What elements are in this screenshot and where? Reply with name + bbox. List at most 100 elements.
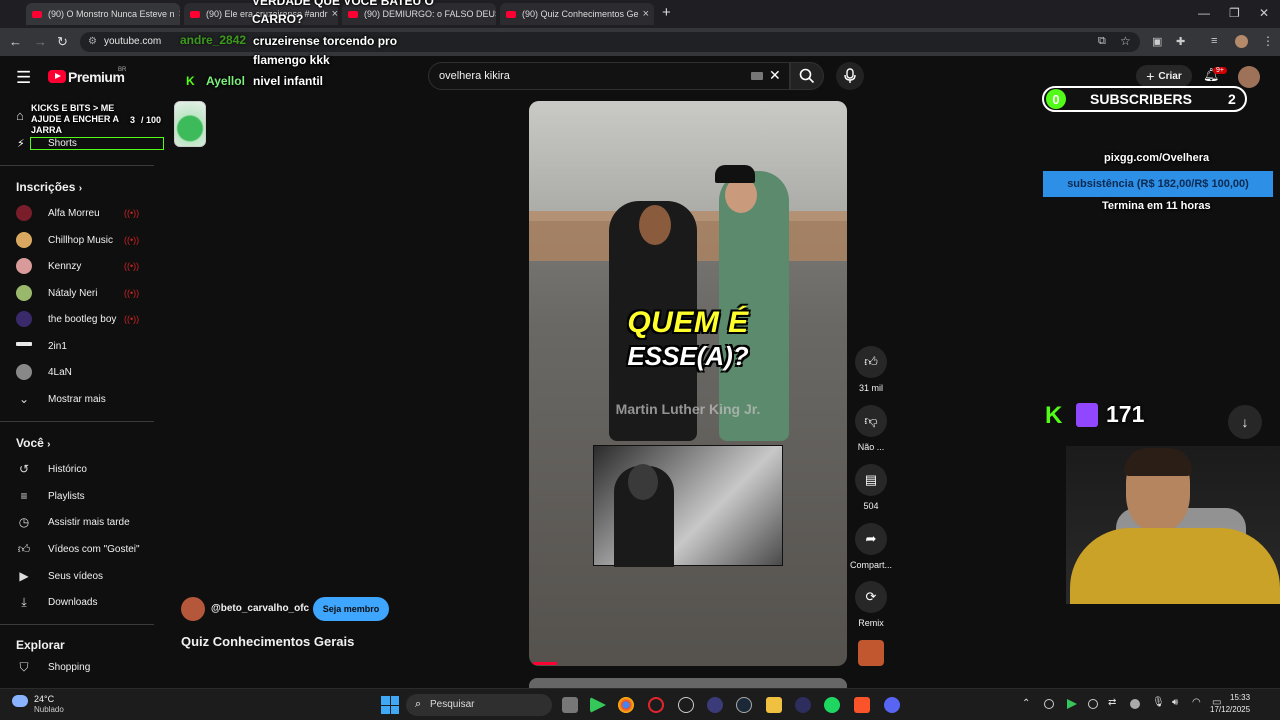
bookmark-star-icon[interactable]: ☆ (1120, 34, 1131, 48)
file-explorer-icon[interactable] (766, 697, 782, 713)
tray-mic-icon[interactable]: 🎙︎ (1152, 697, 1165, 708)
dislike-button[interactable]: 👎︎ (855, 405, 887, 437)
minimize-icon[interactable]: — (1198, 6, 1210, 20)
close-tab-icon[interactable]: × (639, 8, 649, 20)
back-icon[interactable]: ← (9, 34, 22, 49)
thumbs-up-icon: 👍︎ (864, 354, 878, 369)
new-tab-button[interactable]: + (662, 4, 671, 21)
like-button[interactable]: 👍︎ (855, 346, 887, 378)
sidebar-item-sub[interactable]: 2in1 (0, 333, 154, 359)
puzzle-icon[interactable]: ✚ (1176, 35, 1185, 48)
sidebar-item-sub[interactable]: the bootleg boy ((•)) (0, 306, 154, 332)
sidebar-label: Downloads (48, 596, 98, 608)
start-button[interactable] (381, 696, 399, 714)
sidebar-item-shorts[interactable]: Shorts (48, 138, 77, 149)
menu-kebab-icon[interactable]: ⋮ (1262, 34, 1274, 48)
clear-search-icon[interactable]: ✕ (769, 67, 781, 84)
app-icon[interactable] (795, 697, 811, 713)
sidebar-item-history[interactable]: ↺ Histórico (0, 456, 154, 482)
sound-thumbnail[interactable] (858, 640, 884, 666)
you-heading[interactable]: Você › (16, 436, 50, 450)
tray-overflow-icon[interactable]: ⌃ (1022, 698, 1030, 709)
maximize-icon[interactable]: ❐ (1229, 6, 1240, 20)
steam-icon[interactable] (736, 697, 752, 713)
tray-play-icon[interactable] (1067, 699, 1077, 709)
remix-button[interactable]: ⟳ (855, 581, 887, 613)
video-icon: ▶ (19, 569, 29, 583)
sidebar-item-watch-later[interactable]: ◷ Assistir mais tarde (0, 509, 154, 535)
keyboard-icon[interactable] (751, 72, 763, 80)
chrome-icon[interactable] (618, 697, 634, 713)
app-icon[interactable] (707, 697, 723, 713)
chat-message: flamengo kkk (253, 53, 330, 67)
media-control-icon[interactable]: ≡ (1211, 35, 1217, 47)
short-video-player[interactable]: QUEM É ESSE(A)? Martin Luther King Jr. (529, 101, 847, 666)
tray-bluetooth-icon[interactable] (1130, 699, 1140, 709)
tray-app-icon[interactable] (1088, 699, 1098, 709)
shorts-icon[interactable]: ⚡︎ (17, 137, 25, 150)
github-icon[interactable] (678, 697, 694, 713)
tray-sync-icon[interactable] (1044, 699, 1054, 709)
sidebar-item-your-videos[interactable]: ▶ Seus vídeos (0, 563, 154, 589)
profile-avatar[interactable] (1235, 35, 1248, 48)
share-button[interactable]: ➦ (855, 523, 887, 555)
sidebar-item-sub[interactable]: Nátaly Neri ((•)) (0, 280, 154, 306)
tray-volume-icon[interactable]: 🔊︎ (1172, 697, 1178, 708)
tray-network-icon[interactable]: ⇄ (1108, 697, 1116, 708)
window-close-icon[interactable]: ✕ (1259, 6, 1269, 20)
search-input[interactable]: ovelhera kikira (439, 70, 510, 82)
sidebar-item-liked[interactable]: 👍︎ Vídeos com "Gostei" (0, 536, 154, 562)
browser-tab-1[interactable]: (90) O Monstro Nunca Esteve n × (26, 3, 180, 25)
chevron-right-icon: › (47, 439, 51, 450)
spotify-icon[interactable] (824, 697, 840, 713)
discord-icon[interactable] (884, 697, 900, 713)
comments-button[interactable]: ▤ (855, 464, 887, 496)
install-app-icon[interactable]: ⧉ (1098, 35, 1106, 48)
channel-avatar[interactable] (181, 597, 205, 621)
youtube-favicon-icon (32, 10, 42, 18)
search-button[interactable] (790, 62, 824, 90)
forward-icon[interactable]: → (34, 34, 47, 49)
sidebar-item-sub[interactable]: Kennzy ((•)) (0, 253, 154, 279)
explore-heading: Explorar (16, 638, 65, 652)
chevron-down-icon: ⌄ (18, 392, 30, 406)
tab-title: (90) DEMIURGO: o FALSO DEUS (364, 9, 496, 19)
scroll-down-button[interactable]: ↓ (1228, 405, 1262, 439)
sidebar-show-more[interactable]: ⌄ Mostrar mais (0, 386, 154, 412)
home-icon[interactable]: ⌂ (16, 108, 24, 123)
weather-temp[interactable]: 24°C (34, 694, 54, 704)
close-tab-icon[interactable]: × (175, 8, 180, 20)
join-member-button[interactable]: Seja membro (313, 597, 389, 621)
clock-time[interactable]: 15:33 (1230, 693, 1250, 702)
sidebar-item-sub[interactable]: Alfa Morreu ((•)) (0, 200, 154, 226)
reload-icon[interactable]: ↻ (57, 34, 68, 50)
voice-search-button[interactable] (836, 62, 864, 90)
close-tab-icon[interactable]: × (328, 8, 338, 20)
clock-date[interactable]: 17/12/2025 (1210, 705, 1250, 714)
tray-wifi-icon[interactable]: ◠ (1192, 697, 1201, 708)
search-box[interactable]: ovelhera kikira ✕ (428, 62, 790, 90)
sidebar-item-shopping[interactable]: ⛉ Shopping (0, 654, 154, 680)
show-more-label: Mostrar mais (48, 393, 106, 405)
video-progress-bar[interactable] (533, 662, 557, 665)
channel-avatar (16, 232, 32, 248)
app-play-icon[interactable] (590, 697, 606, 713)
extension-icon[interactable]: ▣ (1152, 35, 1162, 48)
sidebar-item-sub[interactable]: 4LaN (0, 359, 154, 385)
taskbar-search[interactable]: ⌕ Pesquisar (406, 694, 552, 716)
task-view-icon[interactable] (562, 697, 578, 713)
sidebar-item-downloads[interactable]: ⤓ Downloads (0, 589, 154, 615)
donation-goal-bar: subsistência (R$ 182,00/R$ 100,00) (1043, 171, 1273, 197)
site-info-icon[interactable]: ⚙ (88, 36, 97, 47)
next-short-preview[interactable] (529, 678, 847, 688)
create-button[interactable]: + Criar (1136, 65, 1192, 87)
sidebar-item-sub[interactable]: Chillhop Music ((•)) (0, 227, 154, 253)
account-avatar[interactable] (1238, 66, 1260, 88)
browser-tab-4[interactable]: (90) Quiz Conhecimentos Ge × (500, 3, 654, 25)
brave-icon[interactable] (854, 697, 870, 713)
opera-icon[interactable] (648, 697, 664, 713)
channel-handle[interactable]: @beto_carvalho_ofc (211, 603, 309, 614)
sidebar-item-playlists[interactable]: ≡ Playlists (0, 483, 154, 509)
subscriptions-heading[interactable]: Inscrições › (16, 180, 82, 194)
weather-cloud-icon[interactable] (12, 695, 28, 707)
